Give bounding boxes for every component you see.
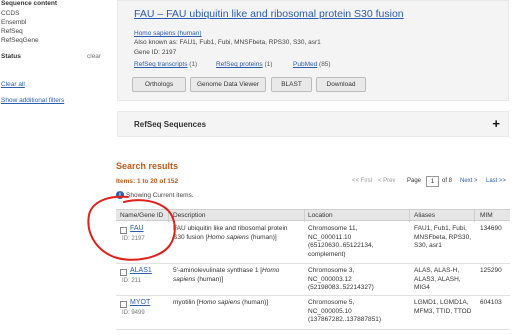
row-checkbox[interactable] — [120, 301, 127, 308]
column-divider — [168, 210, 169, 222]
gene-mim: 604103 — [480, 299, 502, 306]
status-clear-link[interactable]: clear — [87, 53, 101, 60]
orthologs-button[interactable]: Orthologs — [132, 77, 186, 92]
expand-plus-icon[interactable]: + — [492, 116, 500, 131]
gene-species-link[interactable]: Homo sapiens (human) — [134, 30, 202, 37]
download-button[interactable]: Download — [316, 77, 366, 92]
first-page-link[interactable]: << First — [352, 178, 372, 184]
column-mim[interactable]: MIM — [480, 212, 493, 219]
refseq-sequences-section[interactable]: RefSeq Sequences + — [117, 111, 509, 137]
gene-mim: 125290 — [480, 267, 502, 274]
gene-name-link[interactable]: FAU — [130, 225, 144, 232]
row-checkbox[interactable] — [120, 269, 127, 276]
refseq-proteins-count: (1) — [264, 61, 273, 68]
last-page-link[interactable]: Last >> — [486, 178, 506, 184]
page-label: Page — [407, 178, 422, 184]
gene-aliases: Also known as: FAU1, Fub1, Fubi, MNSFbet… — [134, 39, 321, 46]
info-icon: i — [116, 191, 124, 199]
gene-description: 5'-aminolevulinate synthase 1 [Homo sapi… — [173, 267, 280, 283]
gene-aliases-cell: LGMD1, LGMD1A, MFM3, TTID, TTOD — [414, 299, 472, 315]
showing-current-items: i Showing Current items. — [116, 191, 194, 199]
row-divider — [116, 329, 510, 330]
table-row: MYOT ID: 9499 myotilin [Homo sapiens (hu… — [116, 297, 510, 327]
gene-aliases-cell: ALAS, ALAS-H, ALAS3, ALASH, MIG4 — [414, 267, 461, 291]
filter-refseq[interactable]: RefSeq — [1, 28, 23, 35]
pubmed-count: (85) — [319, 61, 331, 68]
show-additional-filters-link[interactable]: Show additional filters — [1, 97, 64, 104]
gene-location: Chromosome 11, NC_000011.10 (65120630..6… — [308, 225, 374, 258]
gene-summary-panel: FAU – FAU ubiquitin like and ribosomal p… — [117, 0, 509, 101]
clear-all-link[interactable]: Clear all — [1, 81, 25, 88]
results-item-count: Items: 1 to 20 of 152 — [116, 178, 179, 185]
search-results-title: Search results — [116, 161, 179, 171]
results-table-header: Name/Gene ID Description Location Aliase… — [116, 209, 510, 222]
table-row: FAU ID: 2197 FAU ubiquitin like and ribo… — [116, 223, 510, 263]
pubmed-meta: PubMed (85) — [293, 61, 331, 68]
pubmed-link[interactable]: PubMed — [293, 61, 317, 68]
gene-name-link[interactable]: MYOT — [130, 299, 150, 306]
column-name-gene-id[interactable]: Name/Gene ID — [120, 212, 163, 219]
column-aliases[interactable]: Aliases — [414, 212, 435, 219]
row-divider — [116, 263, 510, 264]
row-checkbox[interactable] — [120, 227, 127, 234]
column-divider — [474, 210, 475, 222]
filter-ccds[interactable]: CCDS — [1, 10, 19, 17]
filter-ensembl[interactable]: Ensembl — [1, 19, 26, 26]
gene-aliases-cell: FAU1, Fub1, Fubi, MNSFbeta, RPS30, S30, … — [414, 225, 472, 249]
gene-mim: 134690 — [480, 225, 502, 232]
refseq-proteins-meta: RefSeq proteins (1) — [216, 61, 272, 68]
genome-data-viewer-button[interactable]: Genome Data Viewer — [190, 77, 266, 92]
gene-id-text: ID: 211 — [122, 278, 141, 284]
page-of-label: of 8 — [442, 178, 453, 184]
refseq-transcripts-link[interactable]: RefSeq transcripts — [134, 61, 187, 68]
gene-id: Gene ID: 2197 — [134, 49, 177, 56]
column-description[interactable]: Description — [173, 212, 206, 219]
sequence-content-heading: Sequence content — [1, 0, 57, 7]
filter-refseqgene[interactable]: RefSeqGene — [1, 37, 39, 44]
column-divider — [409, 210, 410, 222]
table-row: ALAS1 ID: 211 5'-aminolevulinate synthas… — [116, 265, 510, 295]
next-page-link[interactable]: Next > — [460, 178, 478, 184]
refseq-transcripts-count: (1) — [189, 61, 198, 68]
column-divider — [304, 210, 305, 222]
gene-id-text: ID: 2197 — [122, 236, 145, 242]
gene-description: myotilin [Homo sapiens (human)] — [173, 299, 269, 306]
refseq-transcripts-meta: RefSeq transcripts (1) — [134, 61, 197, 68]
gene-id-text: ID: 9499 — [122, 310, 145, 316]
blast-button[interactable]: BLAST — [271, 77, 312, 92]
row-divider — [116, 295, 510, 296]
refseq-proteins-link[interactable]: RefSeq proteins — [216, 61, 263, 68]
refseq-sequences-title: RefSeq Sequences — [134, 120, 207, 129]
gene-description: FAU ubiquitin like and ribosomal protein… — [173, 225, 288, 241]
gene-name-link[interactable]: ALAS1 — [130, 267, 152, 274]
page-number-input[interactable] — [426, 176, 439, 187]
status-heading: Status — [1, 53, 21, 60]
prev-page-link[interactable]: < Prev — [378, 178, 396, 184]
showing-text: Showing Current items. — [126, 191, 194, 199]
column-location[interactable]: Location — [308, 212, 333, 219]
gene-title-link[interactable]: FAU – FAU ubiquitin like and ribosomal p… — [134, 8, 404, 20]
gene-location: Chromosome 3, NC_000003.12 (52198083..52… — [308, 267, 374, 291]
gene-location: Chromosome 5, NC_000005.10 (137867282..1… — [308, 299, 382, 323]
